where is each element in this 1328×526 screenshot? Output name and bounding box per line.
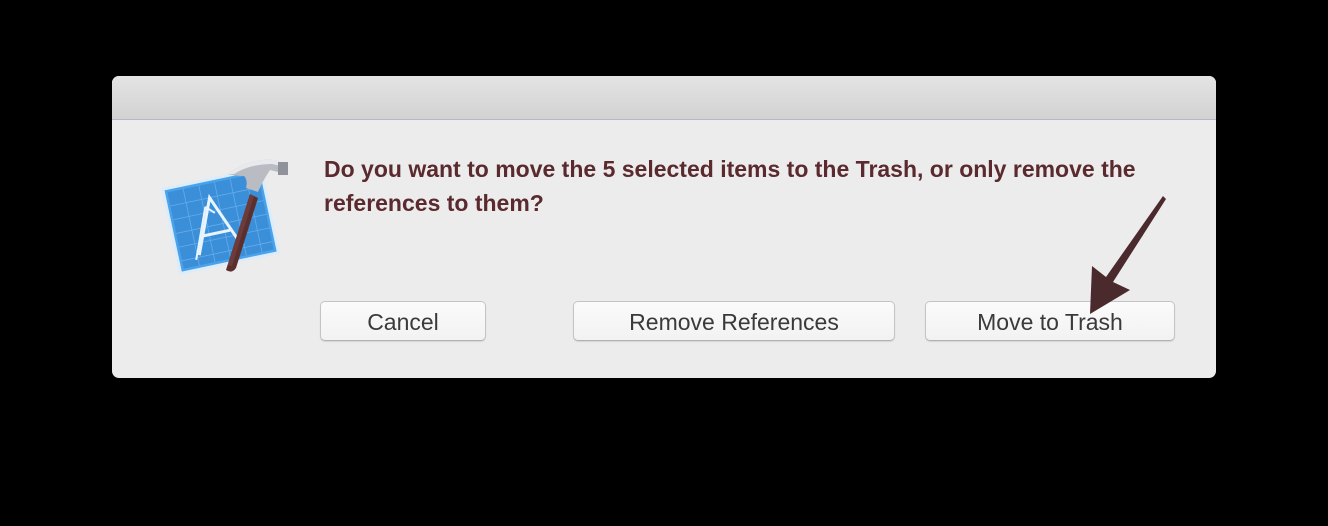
remove-references-button[interactable]: Remove References <box>573 301 895 341</box>
move-to-trash-button[interactable]: Move to Trash <box>925 301 1175 341</box>
cancel-button[interactable]: Cancel <box>320 301 486 341</box>
dialog-titlebar <box>112 76 1216 120</box>
dialog-message: Do you want to move the 5 selected items… <box>324 156 1136 216</box>
alert-dialog: Do you want to move the 5 selected items… <box>112 76 1216 378</box>
xcode-icon <box>160 159 288 276</box>
